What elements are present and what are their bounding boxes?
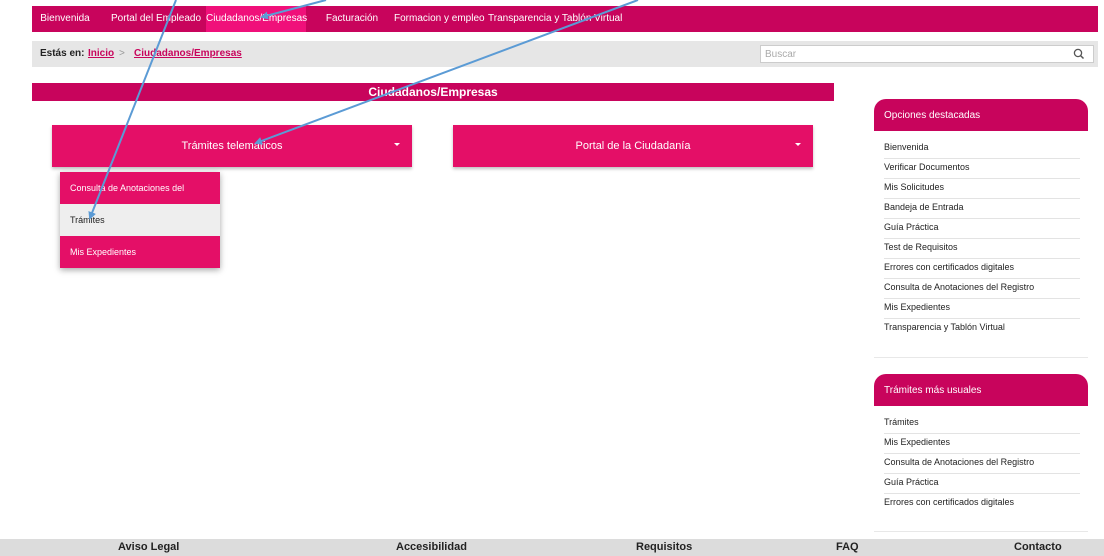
dropdown-item-tramites[interactable]: Trámites xyxy=(60,204,220,236)
breadcrumb-prefix: Estás en: xyxy=(40,48,85,59)
common-item-guia-practica[interactable]: Guía Práctica xyxy=(884,474,1080,494)
nav-item-formacion-y-empleo[interactable]: Formacion y empleo xyxy=(394,6,485,32)
nav-item-portal-del-empleado[interactable]: Portal del Empleado xyxy=(110,6,202,32)
tramites-telematicos-label: Trámites telemáticos xyxy=(181,140,283,152)
featured-item-mis-expedientes[interactable]: Mis Expedientes xyxy=(884,299,1080,319)
footer-link-aviso-legal[interactable]: Aviso Legal xyxy=(118,541,179,553)
common-item-errores-certificados[interactable]: Errores con certificados digitales xyxy=(884,494,1080,514)
dropdown-item-mis-expedientes[interactable]: Mis Expedientes xyxy=(60,236,220,268)
featured-item-errores-certificados[interactable]: Errores con certificados digitales xyxy=(884,259,1080,279)
featured-item-transparencia[interactable]: Transparencia y Tablón Virtual xyxy=(884,319,1080,339)
featured-item-bandeja-de-entrada[interactable]: Bandeja de Entrada xyxy=(884,199,1080,219)
common-item-mis-expedientes[interactable]: Mis Expedientes xyxy=(884,434,1080,454)
common-procedures-title: Trámites más usuales xyxy=(884,385,982,396)
footer-link-faq[interactable]: FAQ xyxy=(836,541,859,553)
featured-item-verificar-documentos[interactable]: Verificar Documentos xyxy=(884,159,1080,179)
sidebar-divider xyxy=(874,357,1088,358)
common-item-tramites[interactable]: Trámites xyxy=(884,414,1080,434)
common-procedures-header: Trámites más usuales xyxy=(874,374,1088,406)
featured-item-guia-practica[interactable]: Guía Práctica xyxy=(884,219,1080,239)
search-input[interactable] xyxy=(760,45,1094,63)
footer-link-contacto[interactable]: Contacto xyxy=(1014,541,1062,553)
breadcrumb-bar: Estás en: Inicio > Ciudadanos/Empresas xyxy=(32,41,1098,67)
common-item-consulta-anotaciones[interactable]: Consulta de Anotaciones del Registro xyxy=(884,454,1080,474)
breadcrumb-link-inicio[interactable]: Inicio xyxy=(88,48,114,59)
footer-link-accesibilidad[interactable]: Accesibilidad xyxy=(396,541,467,553)
featured-item-test-de-requisitos[interactable]: Test de Requisitos xyxy=(884,239,1080,259)
featured-options-header: Opciones destacadas xyxy=(874,99,1088,131)
caret-down-icon xyxy=(795,143,801,146)
footer-link-requisitos[interactable]: Requisitos xyxy=(636,541,692,553)
tramites-telematicos-button[interactable]: Trámites telemáticos xyxy=(52,125,412,167)
sidebar-divider xyxy=(874,531,1088,532)
nav-item-facturacion[interactable]: Facturación xyxy=(320,6,384,32)
top-navigation-bar: Bienvenida Portal del Empleado Ciudadano… xyxy=(32,6,1098,32)
nav-item-ciudadanos-empresas[interactable]: Ciudadanos/Empresas xyxy=(206,6,307,32)
page-title: Ciudadanos/Empresas xyxy=(368,85,498,99)
breadcrumb-separator: > xyxy=(119,48,125,59)
footer-bar: Aviso Legal Accesibilidad Requisitos FAQ… xyxy=(0,539,1104,556)
nav-item-transparencia[interactable]: Transparencia y Tablón Virtual xyxy=(488,6,622,32)
featured-item-mis-solicitudes[interactable]: Mis Solicitudes xyxy=(884,179,1080,199)
breadcrumb-link-ciudadanos-empresas[interactable]: Ciudadanos/Empresas xyxy=(134,48,242,59)
dropdown-item-consulta-anotaciones[interactable]: Consulta de Anotaciones del Registro xyxy=(60,172,220,225)
featured-item-bienvenida[interactable]: Bienvenida xyxy=(884,139,1080,159)
portal-ciudadania-button[interactable]: Portal de la Ciudadanía xyxy=(453,125,813,167)
tramites-dropdown-menu: Consulta de Anotaciones del Registro Trá… xyxy=(60,172,220,268)
featured-options-title: Opciones destacadas xyxy=(884,110,981,121)
featured-item-consulta-anotaciones[interactable]: Consulta de Anotaciones del Registro xyxy=(884,279,1080,299)
page-title-bar: Ciudadanos/Empresas xyxy=(32,83,834,101)
nav-item-bienvenida[interactable]: Bienvenida xyxy=(32,6,98,32)
caret-down-icon xyxy=(394,143,400,146)
search-icon[interactable] xyxy=(1072,47,1086,61)
portal-ciudadania-label: Portal de la Ciudadanía xyxy=(575,140,691,152)
